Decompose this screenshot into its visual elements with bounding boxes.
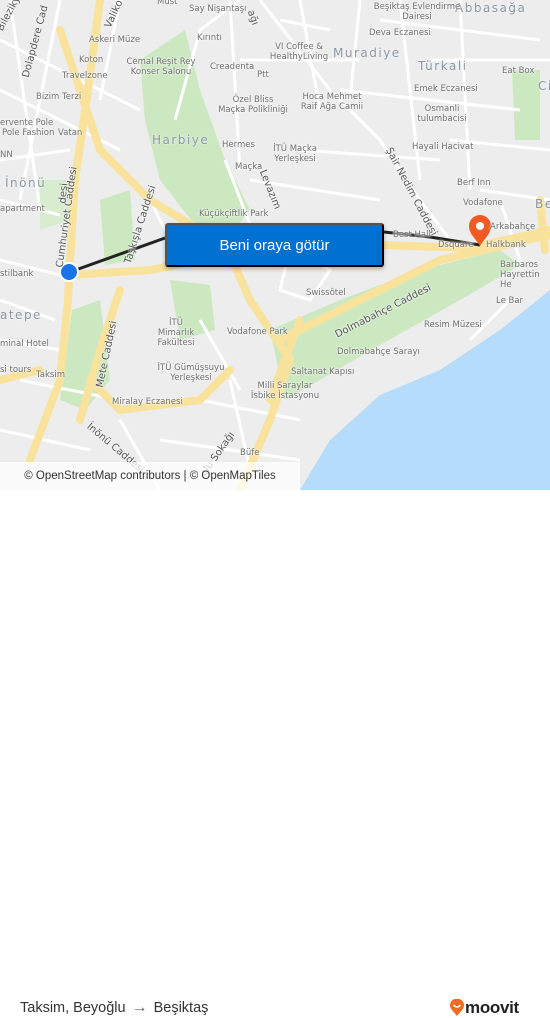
moovit-wordmark: moovit — [465, 998, 519, 1017]
poi-label: Travelzone — [62, 71, 108, 81]
moovit-logo[interactable]: moovit — [450, 998, 519, 1018]
footer: Taksim, Beyoğlu → Beşiktaş moovit — [0, 490, 550, 1017]
origin-name: Taksim, Beyoğlu — [20, 1000, 126, 1016]
poi-label: si tours — [0, 365, 32, 375]
poi-label: Küçükçiftlik Park — [199, 209, 269, 219]
poi-label: Cemal Reşit Rey Konser Salonu — [126, 57, 196, 77]
poi-label: minal Hotel — [0, 339, 49, 349]
poi-label: Deva Eczanesi — [369, 28, 431, 38]
district-label: Ci — [538, 79, 550, 93]
park-cihangir — [512, 70, 540, 140]
arrow-right-icon: → — [131, 999, 148, 1016]
poi-label: Hermes — [222, 140, 255, 150]
poi-label: Best Hall — [393, 230, 431, 240]
poi-label: Hoca Mehmet Raif Ağa Camii — [300, 92, 364, 112]
map-attribution[interactable]: © OpenStreetMap contributors | © OpenMap… — [0, 462, 300, 490]
poi-label: Barbaros Hayrettin He — [500, 260, 540, 290]
poi-label: İTÜ Mimarlık Fakültesi — [157, 318, 195, 348]
destination-name: Beşiktaş — [153, 1000, 209, 1016]
poi-label: NN — [0, 150, 13, 160]
poi-label: İTÜ Maçka Yerleşkesi — [273, 144, 317, 164]
district-label: Abbasağa — [455, 1, 527, 15]
poi-label: Beşiktaş Evlendirme Dairesi — [373, 2, 461, 22]
poi-label: Miralay Eczanesi — [112, 397, 183, 407]
map[interactable]: Abbasağa Muradiye Türkali Harbiye İnönü … — [0, 0, 550, 490]
poi-label: Le Bar — [496, 296, 524, 306]
poi-label: Swissôtel — [306, 288, 346, 298]
district-label: Be — [535, 197, 550, 211]
poi-label: Vodafone — [463, 198, 503, 208]
poi-label: Emek Eczanesi — [414, 84, 478, 94]
poi-label: Vatan — [58, 128, 83, 138]
poi-label: Halkbank — [486, 240, 526, 250]
route-summary: Taksim, Beyoğlu → Beşiktaş — [20, 999, 208, 1017]
poi-label: Eat Box — [502, 66, 535, 76]
district-label: İnönü — [5, 176, 47, 190]
poi-label: Say Nişantaşı — [189, 4, 247, 14]
take-me-there-button[interactable]: Beni oraya götür — [165, 223, 384, 267]
district-label: Muradiye — [333, 46, 401, 60]
poi-label: Bizim Terzi — [36, 92, 82, 102]
street-label: desi — [57, 182, 71, 204]
district-label: atepe — [0, 308, 42, 322]
poi-label: Büfe — [240, 448, 260, 458]
poi-label: Dsquare — [438, 240, 474, 250]
poi-label: Berf Inn — [457, 178, 491, 188]
moovit-pin-icon — [450, 999, 464, 1016]
poi-label: Milli Saraylar İsbike İstasyonu — [250, 381, 320, 401]
poi-label: Taksim — [36, 370, 65, 380]
poi-label: Pole Fashion — [2, 128, 55, 138]
poi-label: Askeri Müze — [89, 35, 141, 45]
poi-label: Dolmabahçe Sarayı — [337, 347, 420, 357]
poi-label: Saltanat Kapısı — [291, 367, 355, 377]
poi-label: Creadenta — [210, 62, 255, 72]
poi-label: stilbank — [0, 269, 34, 279]
poi-label: Vodafone Park — [227, 327, 288, 337]
poi-label: Resim Müzesi — [424, 320, 482, 330]
poi-label: İTÜ Gümüşsuyu Yerleşkesi — [157, 363, 225, 383]
poi-label: ervente Pole — [0, 118, 54, 128]
poi-label: Özel Bliss Maçka Polikliniği — [218, 95, 288, 115]
poi-label: Hayali Hacivat — [412, 142, 474, 152]
poi-label: Ptt — [257, 70, 269, 80]
poi-label: Koton — [79, 55, 104, 65]
district-label: Türkali — [418, 59, 468, 73]
poi-label: Maçka — [235, 162, 263, 172]
poi-label: Must — [157, 0, 178, 7]
poi-label: Kırıntı — [197, 33, 222, 43]
poi-label: VI Coffee & HealthyLiving — [269, 42, 329, 62]
poi-label: Arkabahçe — [490, 222, 536, 232]
district-label: Harbiye — [152, 133, 210, 147]
poi-label: Osmanli tulumbacisi — [417, 104, 467, 124]
poi-label: apartment — [0, 204, 45, 214]
